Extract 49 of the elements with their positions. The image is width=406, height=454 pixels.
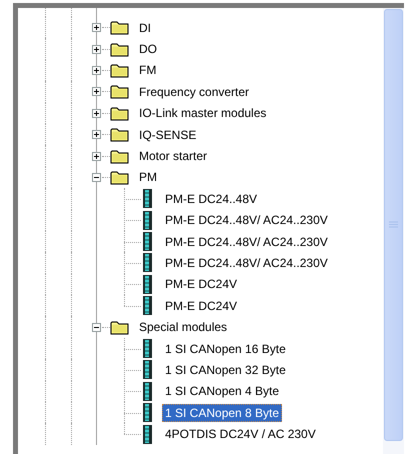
tree-item[interactable]: IO-Link master modules — [136, 104, 270, 122]
folder-icon — [110, 62, 129, 78]
tree-item[interactable]: IQ-SENSE — [136, 126, 200, 144]
tree-item[interactable]: PM — [136, 168, 160, 186]
collapse-icon[interactable] — [92, 322, 101, 332]
expand-icon[interactable] — [92, 152, 101, 161]
tree-item[interactable]: Special modules — [136, 318, 230, 336]
folder-icon — [110, 127, 129, 142]
module-icon — [143, 296, 152, 316]
module-icon — [143, 189, 152, 208]
tree-item[interactable]: Frequency converter — [136, 82, 252, 101]
module-icon — [143, 382, 152, 401]
expand-icon[interactable] — [92, 44, 101, 54]
folder-icon — [110, 106, 129, 121]
expand-icon[interactable] — [92, 108, 101, 118]
tree-item[interactable]: 1 SI CANopen 16 Byte — [162, 340, 289, 358]
module-icon — [143, 232, 152, 252]
tree-item[interactable]: 1 SI CANopen 4 Byte — [162, 382, 282, 400]
folder-icon — [110, 84, 129, 100]
tree-item[interactable]: PM-E DC24..48V/ AC24..230V — [162, 211, 331, 230]
expand-icon[interactable] — [92, 87, 101, 96]
collapse-icon[interactable] — [92, 172, 101, 182]
tree-item[interactable]: Motor starter — [136, 147, 210, 166]
folder-icon — [110, 20, 129, 36]
module-icon — [143, 403, 152, 422]
tree-item[interactable]: 1 SI CANopen 8 Byte — [162, 404, 282, 422]
tree-item[interactable]: FM — [136, 61, 160, 80]
expand-icon[interactable] — [92, 66, 101, 75]
module-icon — [143, 360, 152, 380]
tree-item[interactable]: 4POTDIS DC24V / AC 230V — [162, 425, 319, 444]
tree-item[interactable]: PM-E DC24..48V — [162, 190, 260, 208]
expand-icon[interactable] — [92, 130, 101, 140]
tree-item[interactable]: PM-E DC24..48V/ AC24..230V — [162, 232, 331, 251]
folder-icon — [110, 170, 129, 185]
tree-item[interactable]: DI — [136, 18, 154, 37]
tree-item[interactable]: DO — [136, 40, 160, 58]
tree-item[interactable]: PM-E DC24V — [162, 275, 240, 294]
expand-icon[interactable] — [92, 23, 101, 32]
module-icon — [143, 274, 152, 294]
folder-icon — [110, 148, 129, 164]
module-icon — [143, 253, 152, 272]
module-icon — [143, 210, 152, 230]
folder-icon — [110, 320, 129, 335]
tree-item[interactable]: 1 SI CANopen 32 Byte — [162, 360, 289, 379]
tree-item[interactable]: PM-E DC24..48V/ AC24..230V — [162, 254, 331, 272]
module-icon — [143, 424, 152, 444]
folder-icon — [110, 42, 129, 57]
module-icon — [143, 339, 152, 358]
tree-item[interactable]: PM-E DC24V — [162, 296, 240, 315]
